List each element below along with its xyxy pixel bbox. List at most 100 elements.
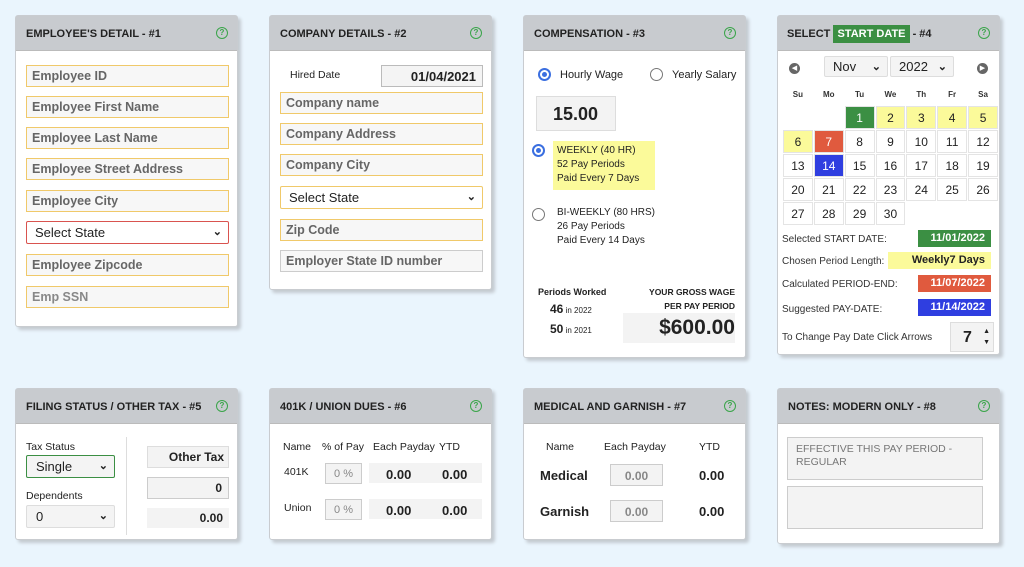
company-details-card: COMPANY DETAILS - #2? Hired Date 01/04/2… (269, 15, 492, 290)
street-address-field[interactable]: Employee Street Address (26, 158, 229, 180)
col-ytd: YTD (439, 441, 460, 453)
city-field[interactable]: Employee City (26, 190, 229, 212)
each-payday-input[interactable]: 0.00 (610, 464, 663, 486)
calendar-day[interactable]: 10 (906, 130, 937, 153)
prev-month-icon[interactable]: ◀ (789, 63, 800, 74)
other-tax-input[interactable]: 0 (147, 477, 229, 499)
calendar-day[interactable]: 6 (783, 130, 813, 153)
calendar-day[interactable]: 21 (813, 178, 844, 201)
calendar-day[interactable]: 19 (968, 154, 998, 177)
hired-date-field[interactable]: 01/04/2021 (381, 65, 483, 87)
percent-input[interactable]: 0 % (325, 499, 362, 520)
hourly-wage-radio[interactable] (538, 68, 551, 81)
weekday-header: Mo (822, 89, 835, 99)
calendar-day[interactable]: 20 (783, 178, 813, 201)
tax-status-select[interactable]: Single ⌄ (26, 455, 115, 478)
calendar-day[interactable]: 26 (968, 178, 998, 201)
dependents-select[interactable]: 0 ⌄ (26, 505, 115, 528)
calendar-day[interactable]: 18 (937, 154, 968, 177)
biweekly-radio[interactable] (532, 208, 545, 221)
percent-input[interactable]: 0 % (325, 463, 362, 484)
weekly-radio[interactable] (532, 144, 545, 157)
ytd-value: 0.00 (442, 503, 468, 518)
help-icon[interactable]: ? (470, 27, 482, 39)
help-icon[interactable]: ? (978, 27, 990, 39)
gross-wage-value: $600.00 (623, 313, 735, 343)
next-month-icon[interactable]: ▶ (977, 63, 988, 74)
calendar-day[interactable]: 4 (937, 106, 968, 129)
weekday-header: Su (792, 89, 804, 99)
calendar-day[interactable]: 8 (844, 130, 875, 153)
biweekly-option[interactable]: BI-WEEKLY (80 HRS) 26 Pay Periods Paid Eve… (557, 206, 655, 248)
calendar-day[interactable]: 27 (783, 202, 813, 225)
card-header: COMPANY DETAILS - #2? (270, 16, 491, 51)
company-city-field[interactable]: Company City (280, 154, 483, 176)
notes-textarea-2[interactable] (787, 486, 983, 529)
calendar-day[interactable]: 7 (813, 130, 844, 153)
calendar-day[interactable]: 25 (937, 178, 968, 201)
other-tax-total: 0.00 (147, 508, 229, 528)
calendar-day[interactable]: 12 (968, 130, 998, 153)
stepper-arrows-icon[interactable]: ▲ ▼ (983, 326, 990, 348)
calendar-day[interactable]: 5 (968, 106, 998, 129)
calendar-day[interactable]: 28 (813, 202, 844, 225)
zip-code-field[interactable]: Zip Code (280, 219, 483, 241)
help-icon[interactable]: ? (978, 400, 990, 412)
state-select[interactable]: Select State ⌄ (26, 221, 229, 244)
calendar-day[interactable]: 2 (875, 106, 906, 129)
last-name-field[interactable]: Employee Last Name (26, 127, 229, 149)
wage-input[interactable]: 15.00 (536, 96, 616, 131)
calendar-day[interactable]: 11 (937, 130, 968, 153)
calendar-day[interactable]: 9 (875, 130, 906, 153)
help-icon[interactable]: ? (216, 27, 228, 39)
divider (126, 437, 127, 535)
company-state-select[interactable]: Select State ⌄ (280, 186, 483, 209)
ssn-field[interactable]: Emp SSN (26, 286, 229, 308)
first-name-field[interactable]: Employee First Name (26, 96, 229, 118)
weekday-header: Sa (978, 89, 988, 99)
help-icon[interactable]: ? (724, 400, 736, 412)
calendar-day[interactable]: 16 (875, 154, 906, 177)
calendar-day[interactable]: 24 (906, 178, 937, 201)
ytd-value: 0.00 (699, 468, 725, 483)
periods-worked-label: Periods Worked (538, 287, 607, 297)
start-date-card: SELECT START DATE - #4? ◀ Nov ⌄ 2022 ⌄ ▶ S… (777, 15, 1000, 355)
help-icon[interactable]: ? (216, 400, 228, 412)
ytd-value: 0.00 (699, 504, 725, 519)
pay-date-stepper[interactable]: 7 ▲ ▼ (950, 322, 994, 352)
notes-textarea-1[interactable]: EFFECTIVE THIS PAY PERIOD - REGULAR (787, 437, 983, 480)
company-name-field[interactable]: Company name (280, 92, 483, 114)
month-select[interactable]: Nov ⌄ (824, 56, 888, 77)
calendar-day[interactable]: 3 (906, 106, 937, 129)
tax-status-label: Tax Status (26, 441, 76, 453)
employer-state-id-field[interactable]: Employer State ID number (280, 250, 483, 272)
calendar-day[interactable]: 15 (844, 154, 875, 177)
period-end-label: Calculated PERIOD-END: (782, 279, 898, 290)
company-address-field[interactable]: Company Address (280, 123, 483, 145)
calendar-day[interactable]: 13 (783, 154, 813, 177)
yearly-salary-radio[interactable] (650, 68, 663, 81)
calendar-day[interactable]: 22 (844, 178, 875, 201)
help-icon[interactable]: ? (470, 400, 482, 412)
calendar-day[interactable]: 30 (875, 202, 906, 225)
card-header: EMPLOYEE'S DETAIL - #1? (16, 16, 237, 51)
employee-id-field[interactable]: Employee ID (26, 65, 229, 87)
weekday-header: Tu (855, 89, 865, 99)
calendar-day[interactable]: 14 (813, 154, 844, 177)
card-header: MEDICAL AND GARNISH - #7? (524, 389, 745, 424)
row-name: 401K (284, 466, 309, 478)
calendar-day[interactable]: 23 (875, 178, 906, 201)
col-each-payday: Each Payday (373, 441, 435, 453)
change-pay-date-label: To Change Pay Date Click Arrows (782, 332, 933, 343)
pay-date-label: Suggested PAY-DATE: (782, 304, 883, 315)
weekday-header: We (884, 89, 897, 99)
calendar-day[interactable]: 17 (906, 154, 937, 177)
calendar-day[interactable]: 1 (844, 106, 875, 129)
each-payday-input[interactable]: 0.00 (610, 500, 663, 522)
help-icon[interactable]: ? (724, 27, 736, 39)
zipcode-field[interactable]: Employee Zipcode (26, 254, 229, 276)
weekly-option[interactable]: WEEKLY (40 HR) 52 Pay Periods Paid Every 7… (553, 141, 655, 190)
calendar-day[interactable]: 29 (844, 202, 875, 225)
year-select[interactable]: 2022 ⌄ (890, 56, 954, 77)
other-tax-label: Other Tax (147, 446, 229, 468)
